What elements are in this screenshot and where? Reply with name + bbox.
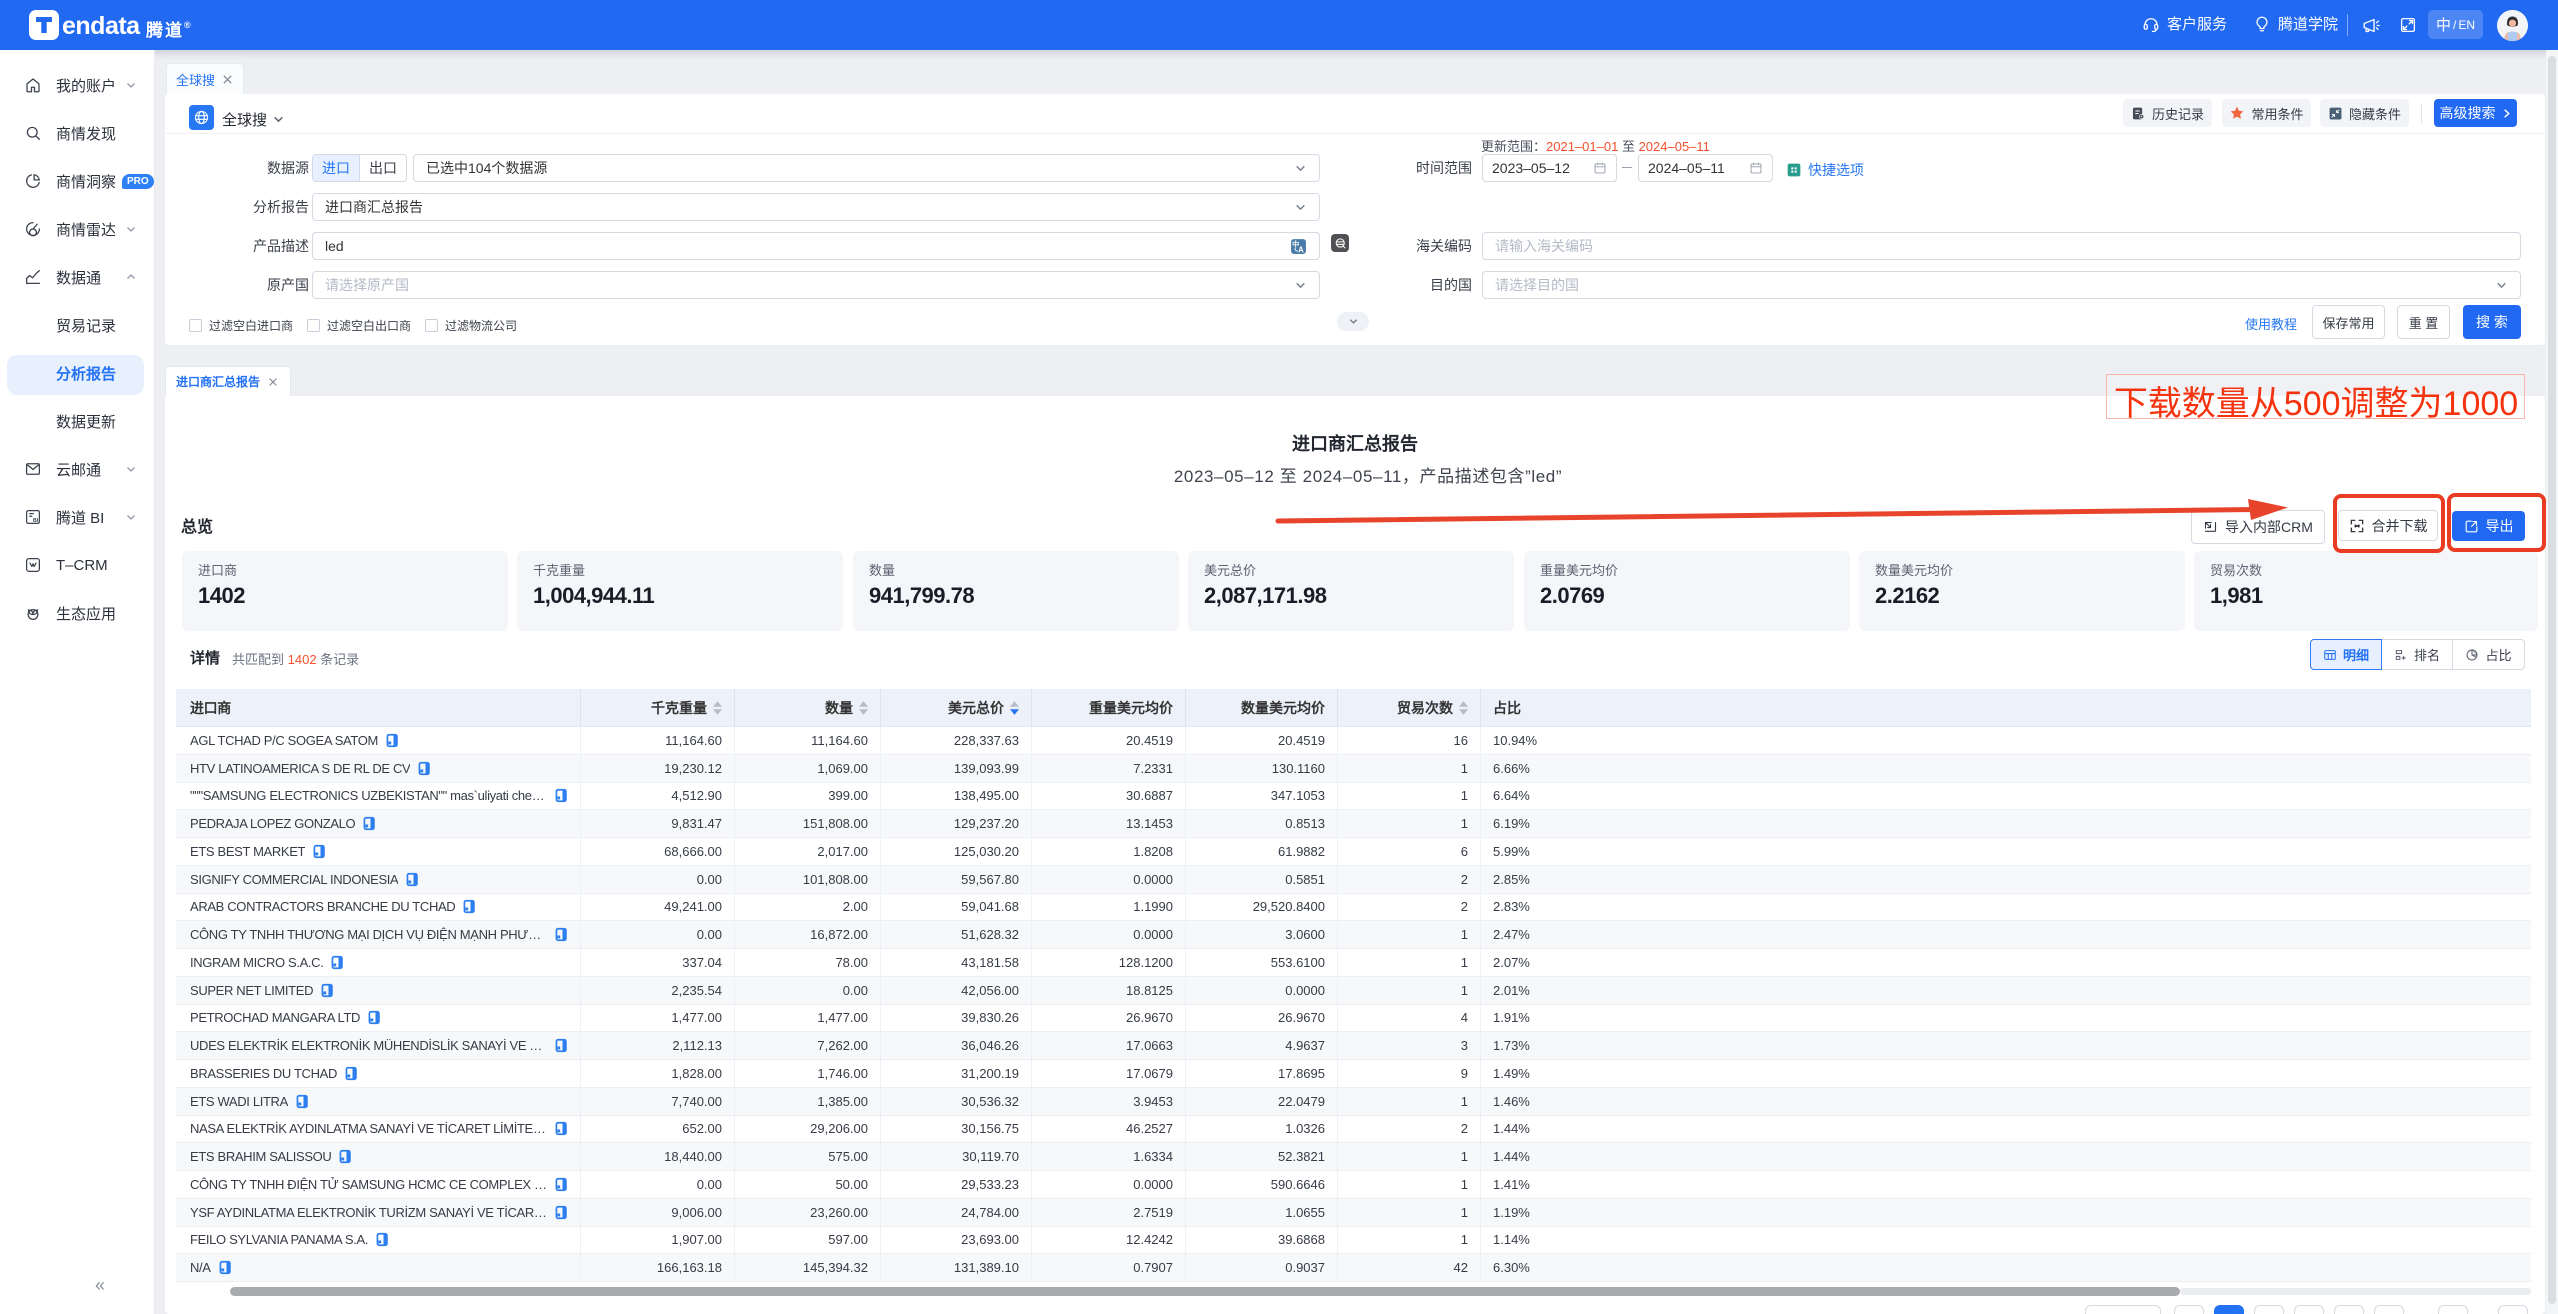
svg-text:BI: BI (33, 518, 39, 524)
svg-text:A: A (1298, 245, 1304, 254)
